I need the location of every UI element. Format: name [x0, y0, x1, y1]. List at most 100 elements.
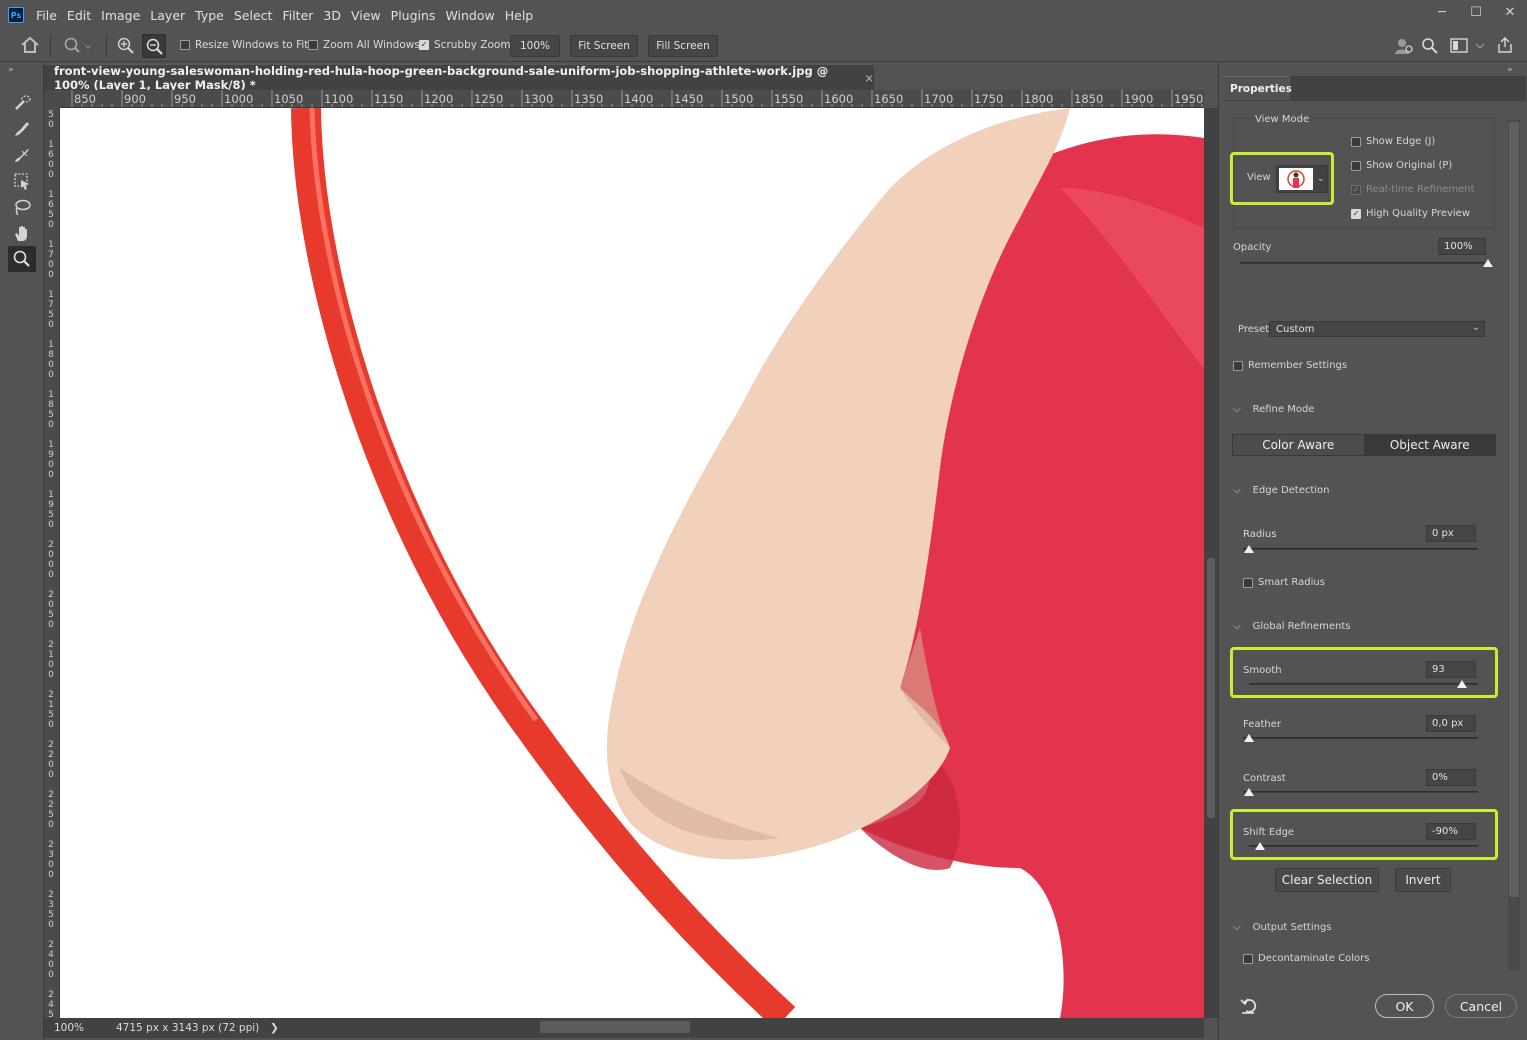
- chevron-down-icon: ⌄: [1317, 174, 1325, 184]
- radius-slider-thumb[interactable]: [1244, 545, 1254, 553]
- feather-slider-thumb[interactable]: [1244, 734, 1254, 742]
- ruler-label: 1650: [874, 92, 904, 106]
- opacity-field[interactable]: 100%: [1438, 238, 1486, 255]
- cancel-button[interactable]: Cancel: [1445, 994, 1517, 1018]
- quick-selection-tool-icon[interactable]: [8, 90, 36, 116]
- status-menu-arrow-icon[interactable]: ❯: [270, 1022, 279, 1034]
- view-mode-dropdown[interactable]: ⌄: [1276, 165, 1328, 193]
- hand-tool-icon[interactable]: [8, 220, 36, 246]
- lasso-tool-icon[interactable]: [8, 194, 36, 220]
- shift-edge-slider-thumb[interactable]: [1255, 842, 1265, 850]
- zoom-in-icon[interactable]: [116, 36, 136, 59]
- checkbox-disabled-icon: ✓: [1351, 184, 1361, 195]
- refine-mode-toggle: Color Aware Object Aware: [1232, 434, 1496, 456]
- document-tab[interactable]: front-view-young-saleswoman-holding-red-…: [44, 64, 874, 92]
- vertical-ruler[interactable]: 5 0 1 6 0 0 1 6 5 0 1 7 0 0 1 7 5 0 1 8 0 0 1 …: [44, 108, 60, 1018]
- zoom-tool-icon[interactable]: [8, 246, 36, 272]
- color-aware-button[interactable]: Color Aware: [1233, 435, 1365, 455]
- chevron-down-icon: ⌵: [1233, 621, 1241, 632]
- global-refinements-header[interactable]: ⌵ Global Refinements: [1233, 621, 1350, 632]
- menu-window[interactable]: Window: [445, 8, 494, 23]
- radius-field[interactable]: 0 px: [1426, 525, 1476, 542]
- chevron-down-icon: ⌄: [1471, 322, 1480, 333]
- photoshop-logo-icon: Ps: [8, 7, 24, 23]
- fill-screen-button[interactable]: Fill Screen: [648, 35, 718, 57]
- collapse-toolbar-icon[interactable]: »: [8, 65, 14, 75]
- object-selection-tool-icon[interactable]: [8, 168, 36, 194]
- maximize-button[interactable]: ☐: [1459, 0, 1493, 24]
- preset-label: Preset: [1238, 324, 1270, 335]
- minimize-button[interactable]: ─: [1425, 0, 1459, 24]
- menu-layer[interactable]: Layer: [150, 8, 185, 23]
- high-quality-preview-checkbox[interactable]: ✓ High Quality Preview: [1351, 208, 1470, 219]
- radius-slider-track[interactable]: [1243, 548, 1478, 550]
- menu-type[interactable]: Type: [195, 8, 224, 23]
- opacity-slider-thumb[interactable]: [1483, 259, 1493, 267]
- contrast-slider-track[interactable]: [1243, 791, 1478, 793]
- home-icon[interactable]: [20, 36, 40, 57]
- share-icon[interactable]: [1496, 36, 1514, 57]
- decontaminate-colors-checkbox[interactable]: Decontaminate Colors: [1243, 953, 1369, 964]
- scroll-thumb[interactable]: [1207, 558, 1215, 818]
- user-search-icon[interactable]: [1394, 37, 1414, 58]
- object-aware-button[interactable]: Object Aware: [1364, 435, 1495, 455]
- zoom-out-button[interactable]: [142, 34, 166, 58]
- menu-plugins[interactable]: Plugins: [391, 8, 436, 23]
- search-icon[interactable]: [1421, 37, 1439, 58]
- smooth-slider-track[interactable]: [1249, 683, 1478, 685]
- status-zoom[interactable]: 100%: [44, 1022, 92, 1034]
- menu-file[interactable]: File: [36, 8, 57, 23]
- feather-slider-track[interactable]: [1243, 737, 1478, 739]
- ok-button[interactable]: OK: [1375, 994, 1434, 1018]
- contrast-field[interactable]: 0%: [1426, 769, 1476, 786]
- smooth-slider-thumb[interactable]: [1457, 680, 1467, 688]
- collapse-panel-icon[interactable]: »: [1507, 65, 1513, 75]
- edge-detection-header[interactable]: ⌵ Edge Detection: [1233, 485, 1330, 496]
- horizontal-scroll-thumb[interactable]: [540, 1021, 690, 1033]
- zoom-all-windows-checkbox[interactable]: Zoom All Windows: [308, 39, 420, 51]
- menu-filter[interactable]: Filter: [282, 8, 313, 23]
- properties-scroll-thumb[interactable]: [1509, 122, 1519, 897]
- radius-label: Radius: [1243, 529, 1277, 540]
- close-button[interactable]: ✕: [1493, 0, 1527, 24]
- close-document-icon[interactable]: ×: [864, 71, 874, 85]
- zoom-percent-field[interactable]: 100%: [510, 35, 560, 57]
- output-settings-header[interactable]: ⌵ Output Settings: [1233, 922, 1332, 933]
- menu-select[interactable]: Select: [234, 8, 273, 23]
- menu-help[interactable]: Help: [505, 8, 534, 23]
- menu-view[interactable]: View: [351, 8, 381, 23]
- scrubby-zoom-checkbox[interactable]: ✓ Scrubby Zoom: [419, 39, 511, 51]
- show-edge-checkbox[interactable]: Show Edge (J): [1351, 136, 1435, 147]
- smooth-field[interactable]: 93: [1426, 661, 1476, 678]
- invert-button[interactable]: Invert: [1395, 868, 1451, 892]
- document-canvas[interactable]: [60, 108, 1204, 1018]
- status-dimensions: 4715 px x 3143 px (72 ppi): [116, 1022, 260, 1034]
- smart-radius-label: Smart Radius: [1258, 577, 1325, 588]
- resize-windows-checkbox[interactable]: Resize Windows to Fit: [180, 39, 308, 51]
- fit-screen-button[interactable]: Fit Screen: [570, 35, 638, 57]
- menu-edit[interactable]: Edit: [67, 8, 91, 23]
- shift-edge-field[interactable]: -90%: [1426, 823, 1476, 840]
- refine-edge-brush-icon[interactable]: [8, 116, 36, 142]
- shift-edge-slider-track[interactable]: [1249, 845, 1478, 847]
- clear-selection-button[interactable]: Clear Selection: [1275, 868, 1379, 892]
- tab-properties[interactable]: Properties: [1222, 76, 1292, 100]
- remember-settings-checkbox[interactable]: Remember Settings: [1233, 360, 1347, 371]
- menu-3d[interactable]: 3D: [323, 8, 341, 23]
- feather-field[interactable]: 0,0 px: [1426, 715, 1476, 732]
- refine-mode-title: Refine Mode: [1252, 404, 1315, 415]
- refine-mode-header[interactable]: ⌵ Refine Mode: [1233, 404, 1314, 415]
- show-original-checkbox[interactable]: Show Original (P): [1351, 160, 1452, 171]
- preset-dropdown[interactable]: Custom ⌄: [1269, 321, 1485, 337]
- canvas-vertical-scrollbar[interactable]: [1204, 108, 1218, 1018]
- ruler-label: 1 8 0 0: [48, 340, 54, 380]
- horizontal-ruler[interactable]: 850 900 950 1000 1050 1100 1150 1200 1250 1300 135…: [60, 90, 1204, 108]
- opacity-slider-track[interactable]: [1240, 262, 1492, 264]
- brush-tool-icon[interactable]: [8, 142, 36, 168]
- smart-radius-checkbox[interactable]: Smart Radius: [1243, 577, 1325, 588]
- zoom-tool-preset-icon[interactable]: [63, 36, 92, 59]
- menu-image[interactable]: Image: [101, 8, 140, 23]
- workspace-icon[interactable]: [1450, 38, 1486, 57]
- reset-icon[interactable]: [1240, 997, 1260, 1018]
- contrast-slider-thumb[interactable]: [1244, 788, 1254, 796]
